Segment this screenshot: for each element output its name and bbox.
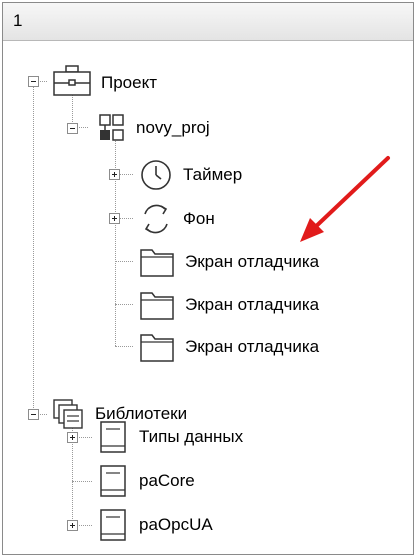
library-book-icon xyxy=(100,421,126,453)
tree-node-label: Таймер xyxy=(183,165,243,184)
tree-node-pacore[interactable]: paCore xyxy=(3,459,403,503)
tree-node-novy-proj[interactable]: novy_proj xyxy=(3,106,403,150)
project-structure-icon xyxy=(99,114,124,141)
library-book-icon xyxy=(100,465,126,497)
annotation-arrow xyxy=(300,156,390,242)
collapse-toggle[interactable] xyxy=(28,76,39,87)
refresh-icon xyxy=(144,204,168,234)
folder-icon xyxy=(140,292,174,320)
tree-node-label: Типы данных xyxy=(139,427,244,446)
tree-node-label: Экран отладчика xyxy=(185,252,320,271)
tree-node-screen[interactable]: Экран отладчика xyxy=(3,283,403,327)
expand-toggle[interactable] xyxy=(109,169,120,180)
tree-node-label: Проект xyxy=(101,73,157,92)
project-icon xyxy=(53,65,91,96)
expand-toggle[interactable] xyxy=(67,520,78,531)
tree-node-label: novy_proj xyxy=(136,118,210,137)
tree-node-label: paCore xyxy=(139,471,195,490)
project-tree: Проект novy_proj Таймер Фон Экран отладч… xyxy=(3,41,413,554)
panel-header-title: 1 xyxy=(13,11,23,30)
tree-node-data-types[interactable]: Типы данных xyxy=(3,415,403,459)
tree-node-label: Экран отладчика xyxy=(185,337,320,356)
tree-node-label: paOpcUA xyxy=(139,515,213,534)
library-book-icon xyxy=(100,509,126,541)
expand-toggle[interactable] xyxy=(109,213,120,224)
tree-node-label: Фон xyxy=(183,209,215,228)
folder-icon xyxy=(140,249,174,277)
tree-node-project[interactable]: Проект xyxy=(3,59,403,103)
panel-header[interactable]: 1 xyxy=(3,3,413,41)
folder-icon xyxy=(140,334,174,362)
expand-toggle[interactable] xyxy=(67,432,78,443)
timer-icon xyxy=(141,160,171,190)
tree-node-screen[interactable]: Экран отладчика xyxy=(3,325,403,369)
tree-node-paopcua[interactable]: paOpcUA xyxy=(3,503,403,547)
project-tree-panel: 1 Проект novy_proj Таймер Фон Экран отла… xyxy=(2,2,414,555)
collapse-toggle[interactable] xyxy=(67,123,78,134)
tree-node-label: Экран отладчика xyxy=(185,295,320,314)
